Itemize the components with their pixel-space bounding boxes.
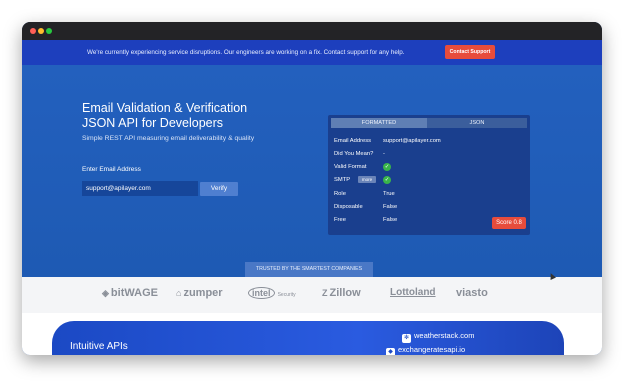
minimize-window-button[interactable] — [38, 28, 44, 34]
email-input[interactable]: support@apilayer.com — [82, 181, 198, 196]
tab-json[interactable]: JSON — [427, 118, 527, 128]
result-key: Disposable — [334, 204, 363, 210]
maximize-window-button[interactable] — [46, 28, 52, 34]
exchangerates-icon: ◆ — [386, 348, 395, 355]
result-value: False — [383, 204, 398, 210]
result-key: Free — [334, 217, 346, 223]
email-label: Enter Email Address — [82, 166, 141, 173]
hero-title-line2: JSON API for Developers — [82, 116, 224, 130]
hero-title: Email Validation & Verification JSON API… — [82, 101, 282, 131]
weatherstack-icon: ✻ — [402, 334, 411, 343]
hero-subtitle: Simple REST API measuring email delivera… — [82, 135, 255, 142]
result-panel: FORMATTED JSON Email Address support@api… — [328, 115, 530, 235]
result-key: SMTP — [334, 177, 351, 183]
products-title: Intuitive APIs — [70, 341, 128, 352]
score-badge: Score 0.8 — [492, 217, 526, 229]
smtp-more-button[interactable]: more — [358, 176, 376, 183]
products-section: Intuitive APIs ✻ weatherstack.com ◆ exchan… — [22, 313, 602, 355]
result-tabs: FORMATTED JSON — [331, 118, 527, 128]
bitwage-icon: ◈ — [102, 288, 109, 298]
result-row-role: Role True — [334, 189, 524, 201]
house-icon: ⌂ — [176, 288, 182, 298]
logo-text: Zillow — [329, 287, 361, 299]
result-row-did-you-mean: Did You Mean? - — [334, 149, 524, 161]
logo-subtext: Security — [277, 292, 296, 298]
verify-button[interactable]: Verify — [200, 182, 238, 196]
exchangeratesapi-link[interactable]: ◆ exchangeratesapi.io — [386, 345, 465, 355]
logo-text: intel — [248, 287, 275, 299]
browser-window: We're currently experiencing service dis… — [22, 22, 602, 355]
service-disruption-banner: We're currently experiencing service dis… — [22, 40, 602, 65]
result-key: Email Address — [334, 138, 372, 144]
result-value: support@apilayer.com — [383, 138, 441, 144]
result-row-smtp: SMTP more ✓ — [334, 175, 524, 187]
customer-logos: ◈ bitWAGE ⌂ zumper intel Security Z Zillow … — [22, 277, 602, 313]
result-value: False — [383, 217, 398, 223]
banner-message: We're currently experiencing service dis… — [87, 49, 405, 56]
result-row-disposable: Disposable False — [334, 202, 524, 214]
link-text: weatherstack.com — [414, 331, 475, 340]
result-value: - — [383, 151, 385, 157]
logo-text: viasto — [456, 287, 488, 299]
contact-support-button[interactable]: Contact Support — [445, 45, 495, 59]
check-icon: ✓ — [383, 176, 391, 184]
intel-logo: intel Security — [248, 287, 296, 299]
check-icon: ✓ — [383, 163, 391, 171]
window-titlebar — [22, 22, 602, 40]
close-window-button[interactable] — [30, 28, 36, 34]
result-key: Valid Format — [334, 164, 367, 170]
logo-text: bitWAGE — [110, 287, 158, 299]
logo-text: Lottoland — [390, 287, 436, 298]
hero-title-line1: Email Validation & Verification — [82, 101, 248, 115]
lottoland-logo: Lottoland — [390, 287, 436, 298]
result-key: Did You Mean? — [334, 151, 374, 157]
result-value: True — [383, 191, 395, 197]
products-card — [52, 321, 564, 355]
zillow-icon: Z — [322, 288, 328, 298]
zumper-logo: ⌂ zumper — [176, 287, 223, 299]
tab-formatted[interactable]: FORMATTED — [331, 118, 427, 128]
result-key: Role — [334, 191, 346, 197]
viasto-logo: viasto — [456, 287, 488, 299]
result-row-valid-format: Valid Format ✓ — [334, 162, 524, 174]
link-text: exchangeratesapi.io — [398, 345, 466, 354]
result-row-email: Email Address support@apilayer.com — [334, 136, 524, 148]
trusted-by-label: TRUSTED BY THE SMARTEST COMPANIES — [245, 262, 373, 277]
zillow-logo: Z Zillow — [322, 287, 361, 299]
bitwage-logo: ◈ bitWAGE — [102, 287, 158, 299]
logo-text: zumper — [183, 287, 223, 299]
weatherstack-link[interactable]: ✻ weatherstack.com — [402, 331, 474, 343]
